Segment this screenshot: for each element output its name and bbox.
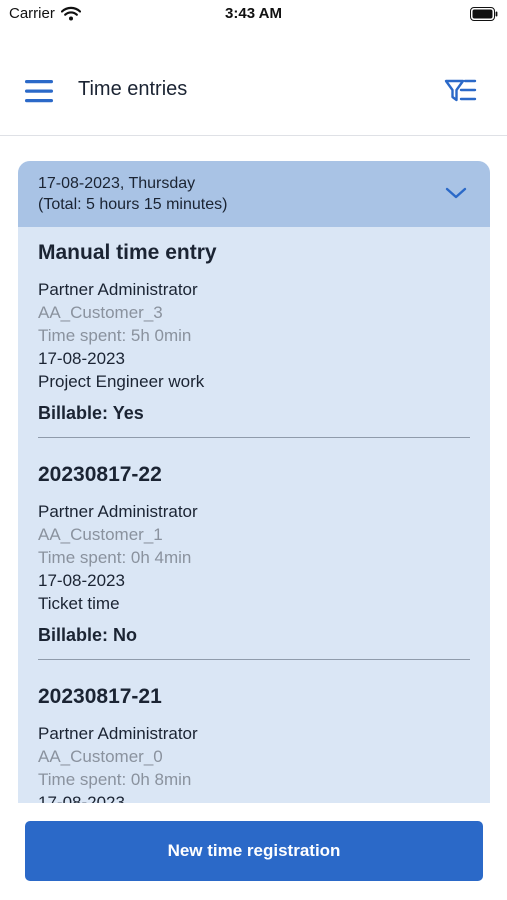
time-entry-item[interactable]: 20230817-22 Partner Administrator AA_Cus… [38, 463, 470, 663]
battery-icon [470, 7, 498, 21]
filter-list-icon[interactable] [443, 76, 477, 106]
group-date: 17-08-2023, Thursday [38, 175, 196, 192]
group-total: (Total: 5 hours 15 minutes) [38, 196, 228, 213]
entry-time-spent: Time spent: 0h 4min [38, 548, 192, 567]
entry-date: 17-08-2023 [38, 793, 125, 803]
new-time-registration-button[interactable]: New time registration [25, 821, 483, 881]
entry-user: Partner Administrator [38, 280, 198, 299]
entry-divider [38, 437, 470, 438]
entry-time-spent: Time spent: 5h 0min [38, 326, 192, 345]
entry-billable: Billable: Yes [38, 403, 144, 423]
entry-customer: AA_Customer_1 [38, 525, 163, 544]
time-entries-group: 17-08-2023, Thursday (Total: 5 hours 15 … [18, 161, 490, 803]
entry-time-spent: Time spent: 0h 8min [38, 770, 192, 789]
page-title: Time entries [78, 78, 188, 100]
status-bar: Carrier 3:43 AM [0, 0, 507, 30]
entry-user: Partner Administrator [38, 724, 198, 743]
entry-user: Partner Administrator [38, 502, 198, 521]
chevron-down-icon[interactable] [444, 185, 468, 201]
clock: 3:43 AM [225, 5, 282, 22]
entry-type: Ticket time [38, 594, 120, 613]
entry-customer: AA_Customer_0 [38, 747, 163, 766]
entry-billable: Billable: No [38, 625, 138, 645]
hamburger-menu-icon[interactable] [24, 77, 56, 105]
entry-divider [38, 659, 470, 660]
entry-title: 20230817-21 [38, 685, 162, 708]
entry-date: 17-08-2023 [38, 349, 125, 368]
nav-divider [0, 135, 507, 136]
navigation-bar: Time entries [0, 60, 507, 120]
time-entry-item[interactable]: 20230817-21 Partner Administrator AA_Cus… [38, 685, 470, 803]
time-entry-item[interactable]: Manual time entry Partner Administrator … [38, 241, 470, 441]
entry-customer: AA_Customer_3 [38, 303, 163, 322]
entry-title: 20230817-22 [38, 463, 162, 486]
entry-type: Project Engineer work [38, 372, 205, 391]
group-header[interactable]: 17-08-2023, Thursday (Total: 5 hours 15 … [18, 161, 490, 227]
entry-date: 17-08-2023 [38, 571, 125, 590]
entry-title: Manual time entry [38, 241, 217, 264]
